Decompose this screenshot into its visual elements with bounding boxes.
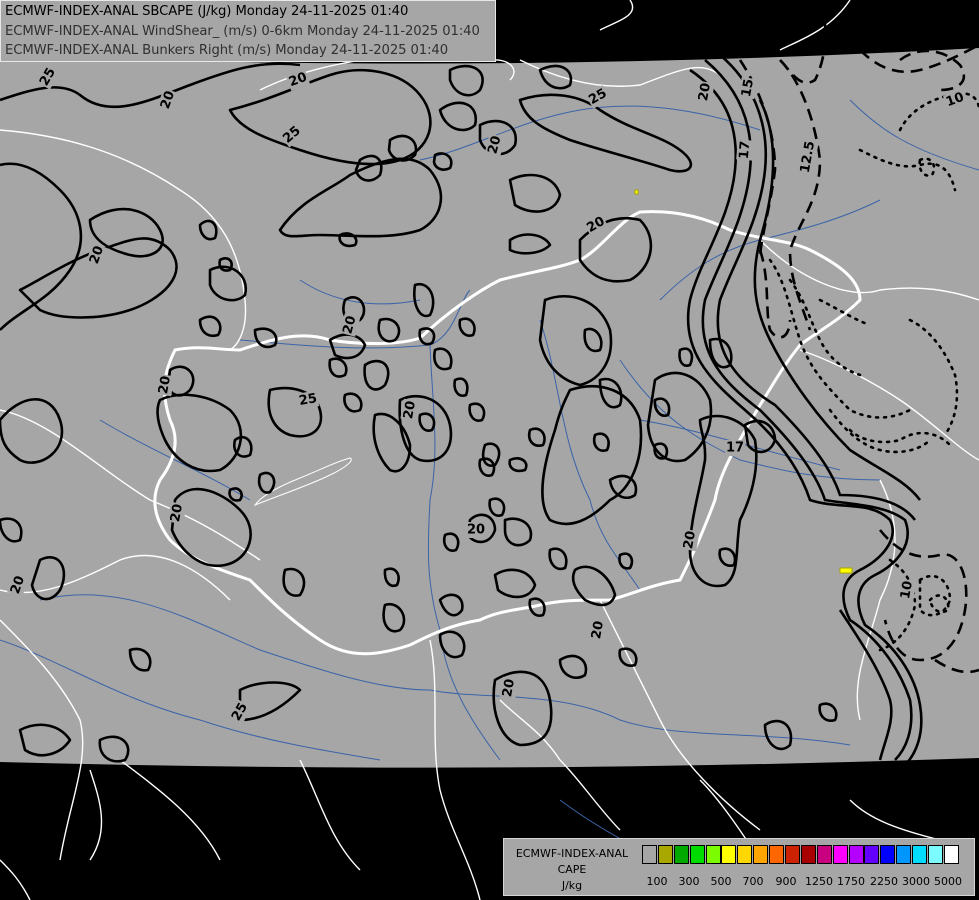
- contour-label: 15: [738, 76, 758, 100]
- legend-unit: J/kg: [561, 879, 583, 892]
- svg-text:20: 20: [589, 620, 607, 640]
- contour-label: 10: [897, 578, 917, 602]
- legend-tick-label: 500: [710, 875, 732, 888]
- title-windshear: ECMWF-INDEX-ANAL WindShear_ (m/s) 0-6km …: [5, 24, 480, 39]
- legend-model: ECMWF-INDEX-ANAL: [515, 847, 629, 860]
- legend-swatch: [800, 845, 816, 864]
- legend-tick-label: 2250: [870, 875, 898, 888]
- legend-swatch: [880, 845, 896, 864]
- legend-swatch: [943, 845, 959, 864]
- contour-label: 25: [296, 390, 320, 410]
- svg-text:20: 20: [696, 82, 714, 102]
- legend-swatch: [721, 845, 737, 864]
- legend-tick-label: 3000: [902, 875, 930, 888]
- svg-text:10: 10: [898, 580, 916, 600]
- legend-parameter: CAPE: [557, 863, 587, 876]
- legend-title: ECMWF-INDEX-ANAL CAPE J/kg: [508, 846, 636, 894]
- legend-swatch: [848, 845, 864, 864]
- svg-text:17: 17: [737, 140, 754, 159]
- legend-swatch: [769, 845, 785, 864]
- contour-label: 17: [725, 440, 745, 456]
- contour-label: 20: [400, 398, 420, 422]
- legend-swatch: [705, 845, 721, 864]
- legend-swatch: [673, 845, 689, 864]
- legend-tick-label: 1750: [837, 875, 865, 888]
- legend-tick-label: 700: [742, 875, 764, 888]
- legend-swatch: [737, 845, 753, 864]
- svg-text:25: 25: [298, 391, 318, 409]
- legend-swatch: [657, 845, 673, 864]
- contour-label: 17: [736, 139, 754, 161]
- cape-legend: ECMWF-INDEX-ANAL CAPE J/kg 100 300 500 700 9…: [503, 838, 975, 896]
- contour-label: 20: [588, 618, 608, 642]
- svg-text:20: 20: [156, 375, 174, 395]
- legend-tick-label: 5000: [934, 875, 962, 888]
- svg-text:17: 17: [726, 441, 744, 456]
- svg-text:20: 20: [467, 523, 485, 538]
- title-box: ECMWF-INDEX-ANAL SBCAPE (J/kg) Monday 24…: [0, 0, 496, 62]
- legend-swatch: [816, 845, 832, 864]
- legend-tick-label: 100: [646, 875, 668, 888]
- svg-text:20: 20: [168, 503, 186, 523]
- legend-swatch: [689, 845, 705, 864]
- legend-swatch: [864, 845, 880, 864]
- legend-tick-label: 300: [678, 875, 700, 888]
- contour-label: 20: [155, 373, 175, 397]
- legend-swatch: [912, 845, 928, 864]
- legend-swatch: [832, 845, 848, 864]
- legend-swatch: [785, 845, 801, 864]
- legend-swatches: [642, 845, 960, 865]
- title-bunkers: ECMWF-INDEX-ANAL Bunkers Right (m/s) Mon…: [5, 43, 449, 58]
- contour-label: 20: [680, 528, 700, 552]
- svg-text:15: 15: [739, 78, 757, 98]
- title-sbcape: ECMWF-INDEX-ANAL SBCAPE (J/kg) Monday 24…: [5, 4, 409, 19]
- svg-text:20: 20: [681, 530, 699, 550]
- contour-label: 20: [499, 676, 519, 700]
- legend-swatch: [928, 845, 944, 864]
- legend-swatch: [642, 845, 657, 864]
- svg-text:20: 20: [401, 400, 419, 420]
- svg-text:20: 20: [500, 678, 518, 698]
- legend-swatch: [896, 845, 912, 864]
- weather-map: 25202025252015102012.51720202025 20172020…: [0, 0, 979, 900]
- legend-swatch: [753, 845, 769, 864]
- model-domain: [0, 48, 979, 768]
- contour-label: 20: [466, 522, 486, 538]
- contour-label: 20: [167, 501, 187, 525]
- legend-tick-label: 1250: [805, 875, 833, 888]
- legend-tick-label: 900: [775, 875, 797, 888]
- contour-label: 20: [695, 80, 715, 104]
